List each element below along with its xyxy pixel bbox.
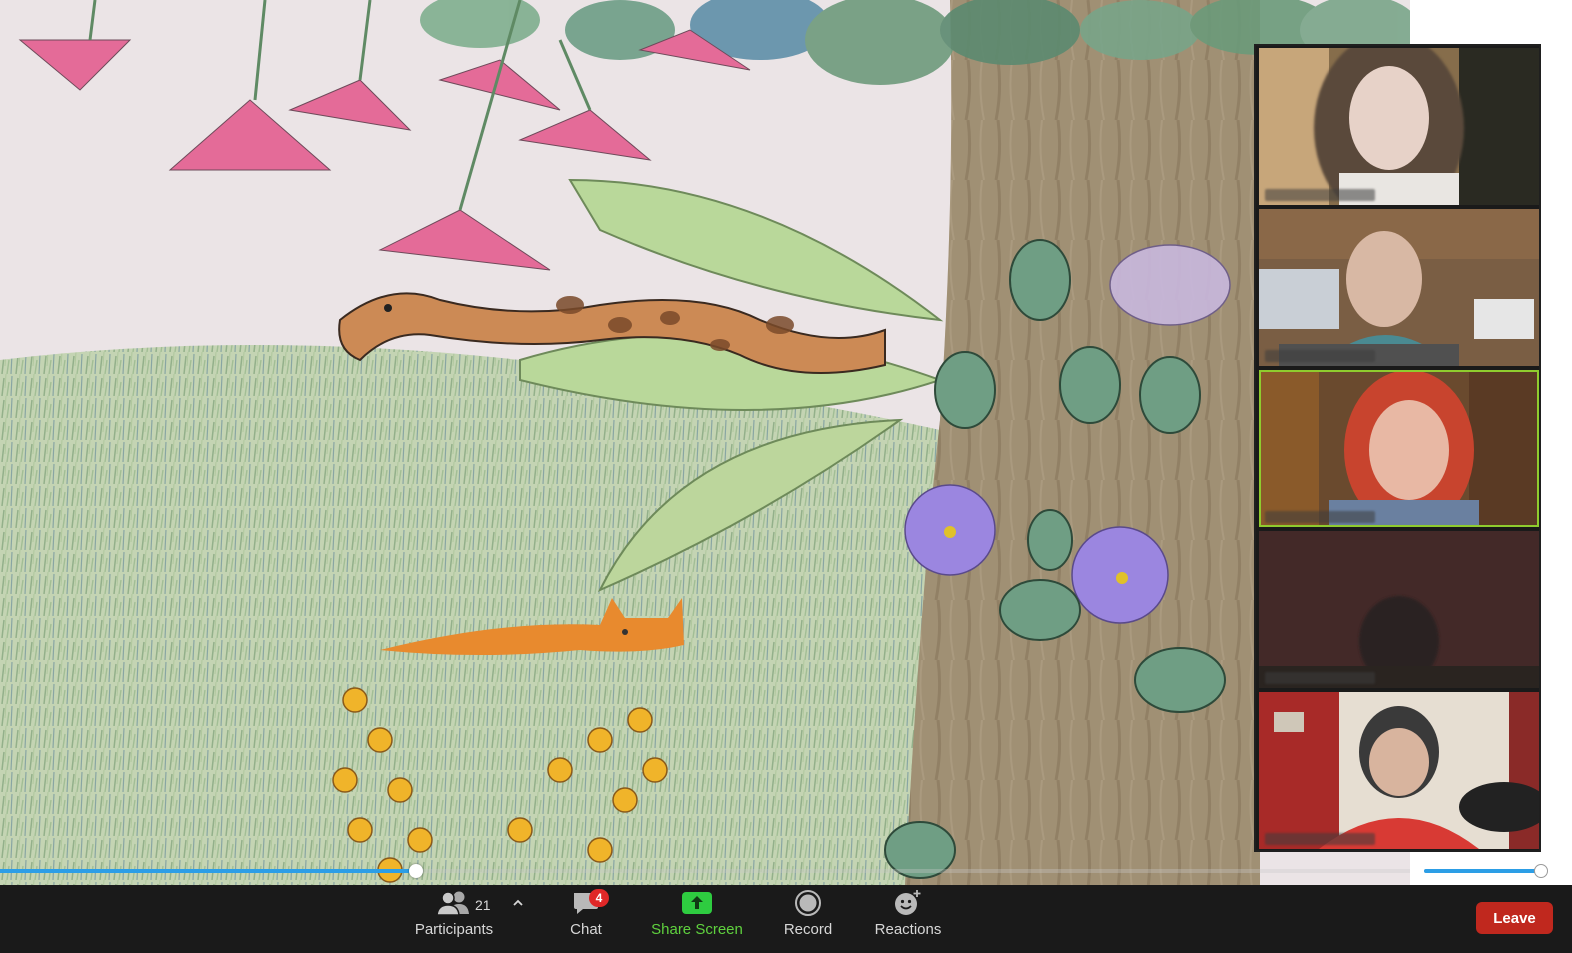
participants-label: Participants <box>414 921 494 938</box>
participant-video <box>1259 209 1539 366</box>
volume-fill <box>1424 869 1541 873</box>
shared-screen-content <box>0 0 1410 885</box>
gallery-view[interactable] <box>1254 44 1541 852</box>
participant-video <box>1259 370 1539 527</box>
participant-video-tile[interactable] <box>1259 531 1539 688</box>
chat-button[interactable]: 4 Chat <box>556 885 616 953</box>
volume-slider[interactable] <box>1424 864 1548 878</box>
participant-video-tile[interactable] <box>1259 209 1539 366</box>
participant-video <box>1259 531 1539 688</box>
share-screen-label: Share Screen <box>651 921 743 938</box>
record-label: Record <box>783 921 833 938</box>
participant-video-tile-active-speaker[interactable] <box>1259 370 1539 527</box>
participant-name-label <box>1265 672 1375 684</box>
share-screen-button[interactable]: Share Screen <box>645 885 749 953</box>
record-icon <box>794 885 822 921</box>
volume-handle[interactable] <box>1533 864 1548 878</box>
participant-video-tile[interactable] <box>1259 48 1539 205</box>
chevron-up-icon <box>513 899 523 906</box>
participant-video <box>1259 48 1539 205</box>
record-button[interactable]: Record <box>778 885 838 953</box>
participant-name-label <box>1265 511 1375 523</box>
participant-name-label <box>1265 833 1375 845</box>
participant-video-tile[interactable] <box>1259 692 1539 849</box>
progress-fill <box>0 869 416 873</box>
leave-meeting-button[interactable]: Leave <box>1476 902 1553 934</box>
participants-icon <box>437 885 471 921</box>
chat-unread-badge: 4 <box>589 889 609 907</box>
reactions-icon <box>893 885 923 921</box>
zoom-meeting-window: Participants 21 4 Chat Share Screen Reco… <box>0 0 1572 953</box>
video-progress-bar[interactable] <box>0 864 1410 878</box>
participant-name-label <box>1265 189 1375 201</box>
participants-count: 21 <box>475 897 491 913</box>
participant-video <box>1259 692 1539 849</box>
participants-menu-caret[interactable] <box>511 896 525 913</box>
chat-icon: 4 <box>571 885 609 921</box>
reactions-label: Reactions <box>874 921 942 938</box>
share-screen-icon <box>681 885 713 921</box>
chat-label: Chat <box>570 921 602 938</box>
participant-name-label <box>1265 350 1375 362</box>
participants-button[interactable]: Participants <box>408 885 500 953</box>
reactions-button[interactable]: Reactions <box>868 885 948 953</box>
progress-handle[interactable] <box>408 864 423 878</box>
shared-illustration <box>0 0 1410 885</box>
